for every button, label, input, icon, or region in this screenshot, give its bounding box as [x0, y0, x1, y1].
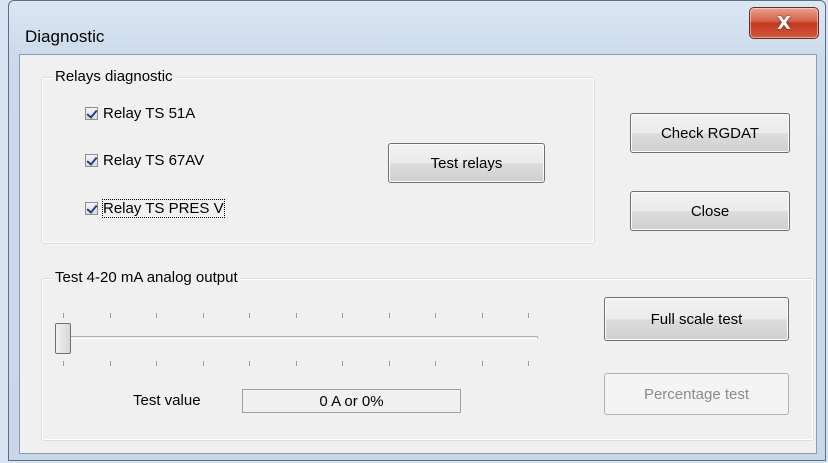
slider-tick — [249, 361, 250, 366]
test-value-field: 0 A or 0% — [242, 389, 461, 413]
slider-tick — [109, 313, 111, 318]
analog-output-group-label: Test 4-20 mA analog output — [52, 269, 241, 287]
slider-tick — [295, 361, 297, 366]
test-relays-button[interactable]: Test relays — [388, 143, 545, 183]
relay-ts-pres-v-checkbox[interactable]: Relay TS PRES V — [85, 199, 225, 218]
slider-tick — [202, 361, 204, 366]
checkbox-checked-icon — [85, 202, 98, 215]
relay-ts-51a-label: Relay TS 51A — [103, 105, 196, 122]
window-title: Diagnostic — [25, 27, 105, 46]
slider-tick — [249, 313, 250, 318]
slider-tick — [295, 313, 297, 318]
slider-tick — [202, 313, 204, 318]
slider-tick — [63, 313, 64, 318]
relay-ts-67av-label: Relay TS 67AV — [103, 152, 205, 169]
close-button[interactable]: Close — [630, 191, 790, 231]
test-value-label: Test value — [133, 392, 201, 409]
slider-thumb[interactable] — [55, 323, 71, 354]
relays-group-label: Relays diagnostic — [52, 68, 176, 86]
relay-ts-67av-checkbox[interactable]: Relay TS 67AV — [85, 152, 204, 169]
window-close-button[interactable]: X — [749, 7, 819, 39]
check-rgdat-button[interactable]: Check RGDAT — [630, 113, 790, 153]
slider-tick — [481, 361, 483, 366]
relay-ts-51a-checkbox[interactable]: Relay TS 51A — [85, 105, 195, 122]
checkbox-checked-icon — [85, 107, 98, 120]
slider-tick — [388, 361, 390, 366]
slider-tick — [481, 313, 483, 318]
slider-tick — [435, 361, 436, 366]
checkbox-checked-icon — [85, 154, 98, 167]
slider-track[interactable] — [55, 336, 538, 339]
slider-tick — [342, 361, 343, 366]
slider-tick — [109, 361, 111, 366]
title-bar[interactable]: Diagnostic X — [9, 1, 825, 56]
dialog-client-area: Relays diagnostic Relay TS 51A Relay TS … — [19, 54, 817, 454]
slider-tick — [435, 313, 436, 318]
slider-tick — [156, 361, 157, 366]
slider-tick — [388, 313, 390, 318]
dialog-window: Diagnostic X Relays diagnostic Relay TS … — [8, 0, 826, 461]
slider-tick — [156, 313, 157, 318]
slider-tick — [63, 361, 64, 366]
percentage-test-button: Percentage test — [604, 373, 789, 415]
close-icon: X — [777, 12, 791, 34]
slider-tick — [342, 313, 343, 318]
relay-ts-pres-v-label: Relay TS PRES V — [102, 199, 225, 218]
full-scale-test-button[interactable]: Full scale test — [604, 297, 789, 341]
slider-tick — [528, 313, 529, 318]
slider-tick — [528, 361, 529, 366]
